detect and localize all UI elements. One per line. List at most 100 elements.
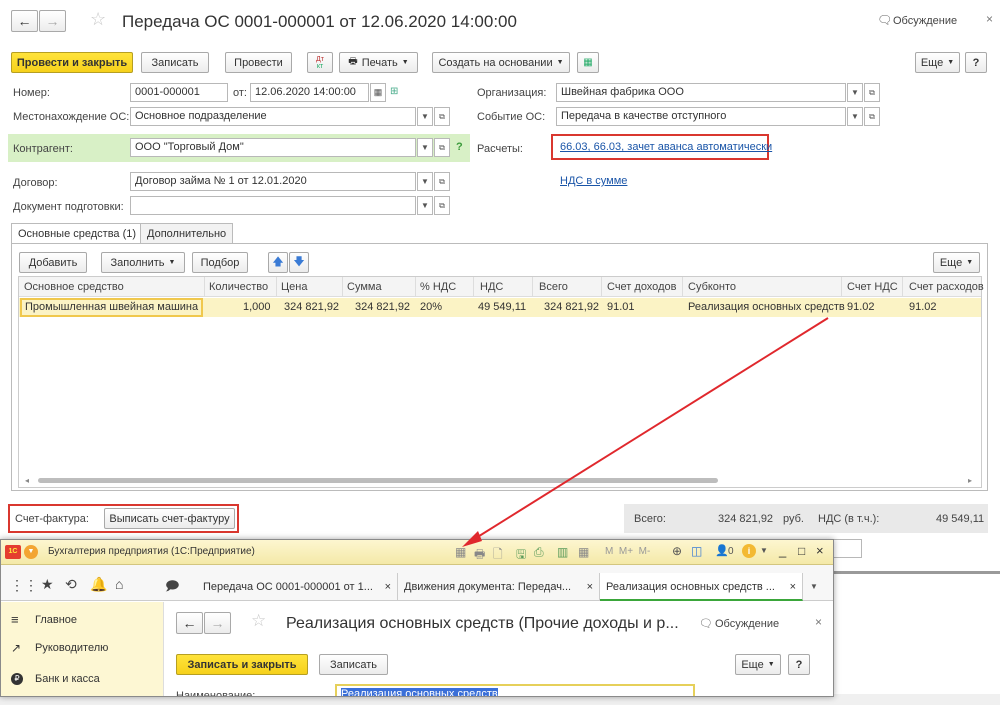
col-header-vat-rate[interactable]: % НДС	[420, 277, 456, 297]
open-link-icon[interactable]: ⧉	[434, 172, 450, 191]
zoom-icon[interactable]: ⊕	[672, 544, 682, 558]
close-tab-icon[interactable]: ×	[790, 573, 796, 601]
back-button[interactable]: ←	[176, 612, 203, 634]
contractor-help-icon[interactable]: ?	[456, 141, 463, 153]
save-and-close-button[interactable]: Записать и закрыть	[176, 654, 308, 675]
post-and-close-button[interactable]: Провести и закрыть	[11, 52, 133, 73]
col-header-vat[interactable]: НДС	[480, 277, 503, 297]
favorites-icon[interactable]: ★	[41, 576, 54, 593]
discussion-link[interactable]: Обсуждение	[715, 618, 779, 630]
select-button[interactable]: Подбор	[192, 252, 248, 273]
discussion-icon[interactable]: 🗨	[877, 13, 892, 27]
history-icon[interactable]: ⊞	[390, 86, 398, 97]
col-header-sum[interactable]: Сумма	[347, 277, 382, 297]
event-field[interactable]: Передача в качестве отступного	[556, 107, 846, 126]
col-header-income-account[interactable]: Счет доходов	[607, 277, 676, 297]
home-icon[interactable]: ⌂	[115, 576, 123, 592]
window-layout-icon[interactable]: ◫	[691, 544, 702, 558]
open-link-icon[interactable]: ⧉	[434, 196, 450, 215]
prep-doc-field[interactable]	[130, 196, 416, 215]
back-button[interactable]: ←	[11, 10, 38, 32]
menu-dropdown-icon[interactable]: ▼	[24, 545, 38, 559]
chevron-down-icon[interactable]: ▼	[417, 172, 433, 191]
chevron-down-icon[interactable]: ▼	[847, 83, 863, 102]
vat-link[interactable]: НДС в сумме	[560, 175, 627, 187]
table-icon[interactable]: ▥	[557, 545, 568, 559]
close-icon[interactable]: ×	[986, 12, 993, 26]
chevron-down-icon[interactable]: ▼	[417, 107, 433, 126]
window-tab-transfer[interactable]: Передача ОС 0001-000001 от 1... ×	[197, 573, 398, 601]
help-button[interactable]: ?	[965, 52, 987, 73]
open-link-icon[interactable]: ⧉	[864, 83, 880, 102]
col-header-total[interactable]: Всего	[539, 277, 568, 297]
tab-fixed-assets[interactable]: Основные средства (1)	[11, 223, 144, 244]
structure-icon[interactable]: ▦	[455, 545, 466, 559]
print-button[interactable]: 🖶 Печать ▼	[339, 52, 418, 73]
scroll-left-icon[interactable]: ◂	[25, 476, 29, 485]
chevron-down-icon[interactable]: ▼	[847, 107, 863, 126]
close-tab-icon[interactable]: ×	[385, 573, 391, 601]
horizontal-scrollbar[interactable]	[38, 478, 718, 483]
contractor-field[interactable]: ООО "Торговый Дом"	[130, 138, 416, 157]
star-icon[interactable]: ☆	[90, 9, 106, 30]
table-more-button[interactable]: Еще ▼	[933, 252, 980, 273]
info-icon[interactable]: i	[742, 544, 756, 558]
tab-additional[interactable]: Дополнительно	[140, 223, 234, 244]
settlements-link[interactable]: 66.03, 66.03, зачет аванса автоматически	[560, 141, 772, 153]
memory-buttons[interactable]: M M+ M-	[605, 546, 650, 557]
open-link-icon[interactable]: ⧉	[434, 107, 450, 126]
create-based-on-button[interactable]: Создать на основании ▼	[432, 52, 570, 73]
move-up-icon[interactable]: 🡅	[268, 252, 288, 273]
col-header-asset[interactable]: Основное средство	[24, 277, 124, 297]
name-field[interactable]: Реализация основных средств	[335, 684, 695, 696]
number-field[interactable]: 0001-000001	[130, 83, 228, 102]
post-button[interactable]: Провести	[225, 52, 292, 73]
open-link-icon[interactable]: ⧉	[864, 107, 880, 126]
location-field[interactable]: Основное подразделение	[130, 107, 416, 126]
star-icon[interactable]: ☆	[251, 611, 266, 631]
more-button[interactable]: Еще ▼	[915, 52, 960, 73]
contract-field[interactable]: Договор займа № 1 от 12.01.2020	[130, 172, 416, 191]
chat-icon[interactable]: 🗩	[165, 577, 179, 599]
apps-grid-icon[interactable]: ⋮⋮	[10, 577, 38, 594]
save-button[interactable]: Записать	[319, 654, 388, 675]
sidebar-item-bank[interactable]: ₽ Банк и касса	[1, 666, 164, 692]
col-header-quantity[interactable]: Количество	[209, 277, 268, 297]
comment-field[interactable]	[834, 539, 862, 558]
tabs-dropdown-icon[interactable]: ▼	[810, 582, 818, 591]
user-icon[interactable]: 👤	[715, 544, 729, 557]
calendar-icon[interactable]: ▦	[578, 545, 589, 559]
scroll-right-icon[interactable]: ▸	[968, 476, 972, 485]
save-button[interactable]: Записать	[141, 52, 209, 73]
close-tab-icon[interactable]: ×	[587, 573, 593, 601]
minimize-icon[interactable]: _	[779, 543, 786, 558]
dt-kt-button[interactable]: Дт кт	[307, 52, 333, 73]
sidebar-item-main[interactable]: ≡ Главное	[1, 607, 164, 633]
window-tab-movements[interactable]: Движения документа: Передач... ×	[398, 573, 600, 601]
close-icon[interactable]: ×	[815, 615, 822, 629]
col-header-vat-account[interactable]: Счет НДС	[847, 277, 898, 297]
organization-field[interactable]: Швейная фабрика ООО	[556, 83, 846, 102]
sidebar-item-manager[interactable]: ↗ Руководителю	[1, 635, 164, 661]
date-field[interactable]: 12.06.2020 14:00:00	[250, 83, 369, 102]
help-button[interactable]: ?	[788, 654, 810, 675]
notifications-icon[interactable]: 🔔	[90, 576, 107, 593]
more-button[interactable]: Еще ▼	[735, 654, 781, 675]
forward-button[interactable]: →	[204, 612, 231, 634]
fill-button[interactable]: Заполнить ▼	[101, 252, 185, 273]
chevron-down-icon[interactable]: ▼	[417, 138, 433, 157]
chevron-down-icon[interactable]: ▼	[417, 196, 433, 215]
calendar-icon[interactable]: ▦	[370, 83, 386, 102]
close-icon[interactable]: ×	[816, 543, 824, 558]
maximize-icon[interactable]: □	[798, 544, 805, 558]
chevron-down-icon[interactable]: ▼	[760, 546, 768, 555]
preview-icon[interactable]: 🗋	[493, 545, 503, 566]
window-tab-sale[interactable]: Реализация основных средств ... ×	[600, 573, 803, 601]
add-button[interactable]: Добавить	[19, 252, 87, 273]
print-icon[interactable]: 🖶	[474, 545, 485, 566]
save-icon[interactable]: 🖫	[516, 545, 526, 566]
discussion-link[interactable]: Обсуждение	[893, 15, 957, 27]
col-header-subconto[interactable]: Субконто	[688, 277, 736, 297]
issue-invoice-button[interactable]: Выписать счет-фактуру	[104, 508, 235, 529]
forward-button[interactable]: →	[39, 10, 66, 32]
